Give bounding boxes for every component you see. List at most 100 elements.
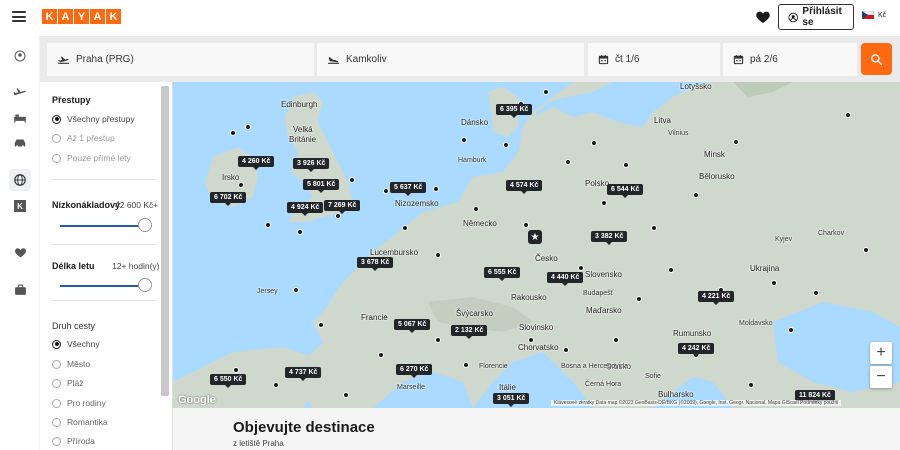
price-marker[interactable]: 5 637 Kč	[390, 182, 427, 196]
destination-pin[interactable]	[273, 382, 279, 388]
destination-pin[interactable]	[668, 267, 674, 273]
destination-pin[interactable]	[693, 192, 699, 198]
trip-option-romance[interactable]: Romantika	[52, 417, 108, 427]
origin-star-pin[interactable]: ★	[528, 230, 542, 244]
trip-option-beach[interactable]: Pláž	[52, 378, 84, 388]
destination-pin[interactable]	[863, 247, 869, 253]
destination-pin[interactable]	[297, 229, 303, 235]
price-marker[interactable]: 6 395 Kč	[496, 104, 533, 118]
destination-field[interactable]: Kamkoliv	[317, 43, 584, 76]
stops-option-direct[interactable]: Pouze přímé lety	[52, 153, 131, 163]
destination-pin[interactable]	[463, 362, 469, 368]
price-slider-track[interactable]	[60, 225, 144, 227]
price-marker[interactable]: 3 382 Kč	[591, 231, 628, 245]
currency-selector[interactable]: Kč	[862, 11, 886, 19]
destination-pin[interactable]	[623, 162, 629, 168]
price-marker[interactable]: 3 678 Kč	[357, 257, 394, 271]
menu-icon[interactable]	[12, 11, 26, 22]
destination-pin[interactable]	[473, 206, 479, 212]
car-icon[interactable]	[11, 134, 29, 152]
duration-slider-handle[interactable]	[138, 278, 152, 292]
price-marker[interactable]: 6 550 Kč	[210, 374, 247, 388]
destination-pin[interactable]	[230, 130, 236, 136]
destination-pin[interactable]	[293, 287, 299, 293]
destination-pin[interactable]	[402, 225, 408, 231]
radio-selected[interactable]	[52, 339, 61, 349]
destination-pin[interactable]	[636, 296, 642, 302]
destination-pin[interactable]	[578, 265, 584, 271]
radio[interactable]	[52, 359, 61, 369]
depart-date-field[interactable]: čt 1/6	[588, 43, 720, 76]
price-marker[interactable]: 4 221 Kč	[698, 291, 735, 305]
duration-slider-track[interactable]	[60, 285, 144, 287]
radio[interactable]	[52, 436, 61, 446]
price-marker[interactable]: 4 574 Kč	[506, 180, 543, 194]
price-marker[interactable]: 5 801 Kč	[303, 179, 340, 193]
price-marker[interactable]: 3 926 Kč	[293, 158, 330, 172]
zoom-out-button[interactable]: −	[870, 366, 892, 388]
destination-pin[interactable]	[601, 200, 607, 206]
destination-pin[interactable]	[238, 182, 244, 188]
destination-pin[interactable]	[461, 137, 467, 143]
heart-icon[interactable]	[11, 243, 29, 261]
destination-pin[interactable]	[265, 222, 271, 228]
price-marker[interactable]: 6 702 Kč	[210, 192, 247, 206]
user-icon[interactable]	[11, 47, 29, 65]
price-marker[interactable]: 6 270 Kč	[396, 364, 433, 378]
trip-option-nature[interactable]: Příroda	[52, 436, 95, 446]
search-button[interactable]	[861, 43, 892, 75]
destination-pin[interactable]	[433, 186, 439, 192]
stops-option-all[interactable]: Všechny přestupy	[52, 114, 135, 124]
radio[interactable]	[52, 417, 61, 427]
destination-pin[interactable]	[651, 225, 657, 231]
destination-pin[interactable]	[813, 290, 819, 296]
briefcase-icon[interactable]	[11, 281, 29, 299]
map-attribution[interactable]: Klávesové zkratky Data map ©2023 GeoBasi…	[551, 400, 842, 406]
destination-pin[interactable]	[788, 327, 794, 333]
destination-pin[interactable]	[435, 337, 441, 343]
destination-pin[interactable]	[563, 347, 569, 353]
destination-pin[interactable]	[503, 142, 509, 148]
price-marker[interactable]: 4 260 Kč	[238, 156, 275, 170]
price-marker[interactable]: 4 737 Kč	[285, 367, 322, 381]
price-marker[interactable]: 7 269 Kč	[324, 200, 361, 214]
bed-icon[interactable]	[11, 109, 29, 127]
heart-icon[interactable]	[755, 9, 771, 25]
destination-pin[interactable]	[771, 280, 777, 286]
radio[interactable]	[52, 378, 61, 388]
radio[interactable]	[52, 398, 61, 408]
destination-pin[interactable]	[565, 159, 571, 165]
price-marker[interactable]: 3 051 Kč	[493, 393, 530, 407]
destination-pin[interactable]	[613, 337, 619, 343]
google-logo[interactable]: Google	[178, 394, 216, 406]
plane-icon[interactable]	[11, 84, 29, 102]
destinations-map[interactable]: Edinburgh Velká Británie Irsko Dánsko Ha…	[173, 82, 900, 408]
price-marker[interactable]: 6 544 Kč	[607, 184, 644, 198]
destination-pin[interactable]	[748, 382, 754, 388]
filters-scrollbar[interactable]	[161, 86, 169, 396]
stops-option-one[interactable]: Až 1 přestup	[52, 133, 115, 143]
destination-pin[interactable]	[543, 89, 549, 95]
radio[interactable]	[52, 133, 61, 143]
destination-pin[interactable]	[343, 392, 349, 398]
destination-pin[interactable]	[733, 139, 739, 145]
destination-pin[interactable]	[528, 337, 534, 343]
price-marker[interactable]: 6 555 Kč	[484, 267, 521, 281]
destination-pin[interactable]	[383, 188, 389, 194]
price-marker[interactable]: 4 440 Kč	[547, 272, 584, 286]
login-button[interactable]: Přihlásit se	[778, 4, 854, 30]
trip-option-family[interactable]: Pro rodiny	[52, 398, 106, 408]
kayak-logo[interactable]: K A Y A K	[42, 9, 121, 24]
price-marker[interactable]: 5 067 Kč	[394, 319, 431, 333]
destination-pin[interactable]	[349, 177, 355, 183]
return-date-field[interactable]: pá 2/6	[723, 43, 857, 76]
price-slider-handle[interactable]	[138, 218, 152, 232]
destination-pin[interactable]	[378, 352, 384, 358]
globe-icon[interactable]	[9, 169, 31, 191]
destination-pin[interactable]	[435, 252, 441, 258]
trip-option-city[interactable]: Město	[52, 359, 90, 369]
destination-pin[interactable]	[591, 140, 597, 146]
trip-option-all[interactable]: Všechny	[52, 339, 100, 349]
radio[interactable]	[52, 153, 61, 163]
price-marker[interactable]: 4 924 Kč	[287, 202, 324, 216]
